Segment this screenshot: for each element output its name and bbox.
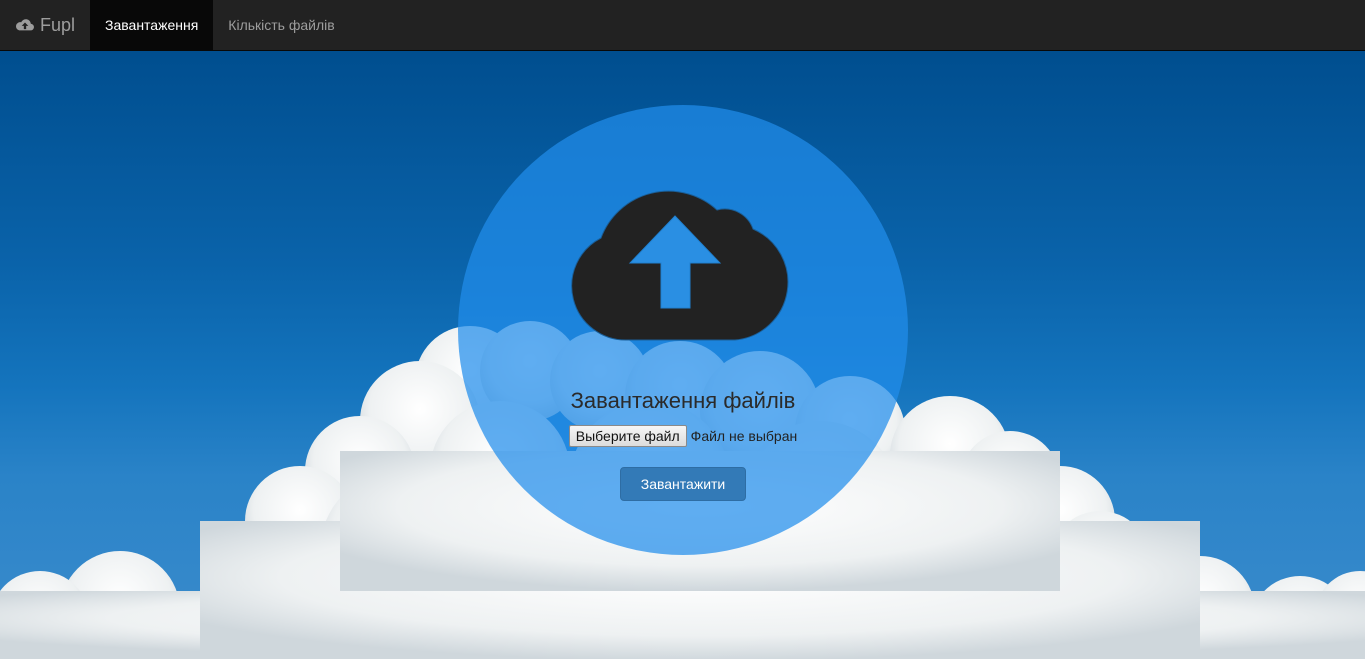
nav-item-file-count[interactable]: Кількість файлів: [213, 0, 349, 50]
upload-submit-button[interactable]: Завантажити: [620, 467, 746, 501]
file-status-text: Файл не выбран: [690, 428, 798, 444]
upload-title: Завантаження файлів: [570, 388, 796, 413]
choose-file-button[interactable]: Выберите файл: [568, 425, 687, 447]
top-navbar: Fupl Завантаження Кількість файлів: [0, 0, 1365, 51]
file-input-row: Выберите файл Файл не выбран: [458, 425, 908, 447]
brand-label: Fupl: [40, 14, 76, 35]
cloud-upload-icon: [571, 190, 789, 341]
cloud-upload-icon: [15, 19, 34, 31]
brand-link[interactable]: Fupl: [0, 0, 90, 50]
hero-background: [0, 51, 1365, 659]
nav-item-upload[interactable]: Завантаження: [90, 0, 214, 50]
